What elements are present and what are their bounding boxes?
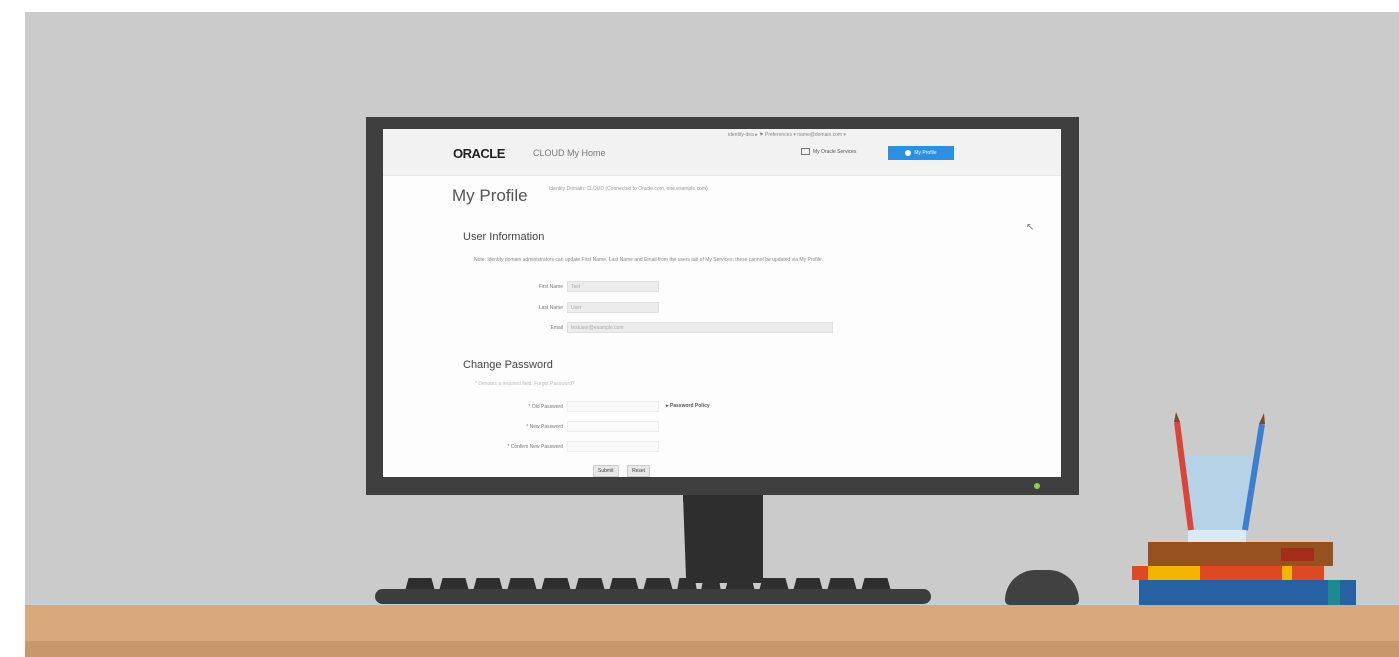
old-password-label: * Old Password — [528, 404, 563, 410]
app-title: CLOUD My Home — [533, 148, 606, 158]
new-password-input[interactable] — [567, 421, 659, 432]
book-blue-band — [1328, 580, 1340, 605]
keyboard-base — [375, 589, 931, 604]
submit-button[interactable]: Submit — [593, 465, 619, 477]
old-password-input[interactable] — [567, 401, 659, 412]
new-password-label: * New Password — [526, 424, 563, 430]
monitor: ORACLE CLOUD My Home identity-dea ▸ ⚑ Pr… — [366, 117, 1079, 495]
book-blue — [1139, 580, 1356, 605]
book-red-band — [1148, 566, 1200, 580]
pencils-icon — [1174, 412, 1265, 531]
dashboard-icon — [801, 148, 810, 155]
user-icon — [905, 150, 912, 156]
last-name-label: Last Name — [538, 305, 563, 311]
keyboard — [375, 578, 931, 605]
book-red-band-small — [1282, 566, 1292, 580]
my-services-label: My Oracle Services — [813, 148, 857, 155]
my-services-button[interactable]: My Oracle Services — [801, 148, 856, 155]
first-name-field: Test — [567, 281, 659, 292]
last-name-field: User — [567, 302, 659, 313]
desk-scene: ORACLE CLOUD My Home identity-dea ▸ ⚑ Pr… — [0, 0, 1399, 657]
book-brown-label — [1281, 548, 1314, 561]
confirm-password-input[interactable] — [567, 441, 659, 452]
monitor-stand — [683, 495, 763, 583]
page-title: My Profile — [452, 186, 528, 205]
oracle-logo: ORACLE — [453, 146, 505, 161]
page-subtitle: Identity Domain: CLOUD (Connected to Ora… — [549, 186, 708, 192]
password-policy-link[interactable]: ▸ Password Policy — [666, 403, 710, 409]
power-indicator-icon — [1034, 483, 1040, 489]
user-information-heading: User Information — [463, 231, 545, 243]
email-label: Email — [550, 325, 563, 331]
email-field: testuser@example.com — [567, 322, 833, 333]
mouse-cursor-icon: ↖ — [1026, 222, 1035, 233]
reset-button[interactable]: Reset — [627, 465, 651, 477]
my-profile-button[interactable]: My Profile — [888, 146, 954, 160]
screen: ORACLE CLOUD My Home identity-dea ▸ ⚑ Pr… — [383, 129, 1061, 477]
change-password-heading: Change Password — [463, 359, 553, 371]
desk-edge — [25, 641, 1399, 657]
desk-surface — [25, 605, 1399, 641]
first-name-label: First Name — [538, 284, 563, 290]
required-field-hint: * Denotes a required field. Forgot Passw… — [475, 381, 575, 387]
user-menu-links[interactable]: identity-dea ▸ ⚑ Preferences ▾ name@doma… — [728, 132, 846, 138]
my-profile-label: My Profile — [914, 150, 937, 156]
confirm-password-label: * Confirm New Password — [507, 444, 563, 450]
header-bar: ORACLE CLOUD My Home identity-dea ▸ ⚑ Pr… — [383, 129, 1061, 176]
user-info-note: Note: Identity domain administrators can… — [474, 257, 824, 263]
